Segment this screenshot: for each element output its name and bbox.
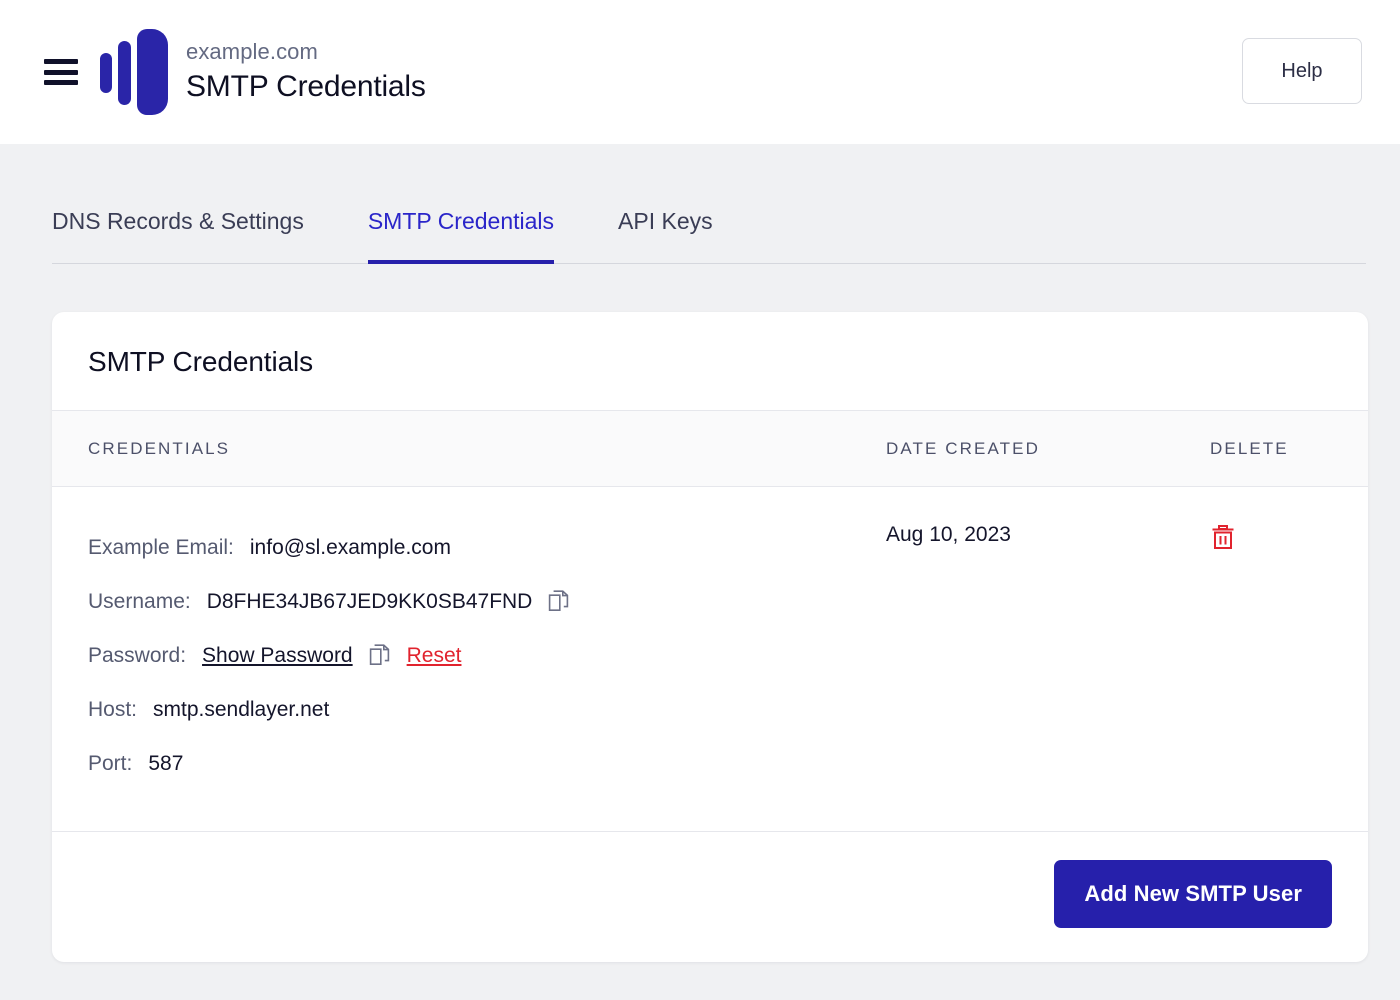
sendlayer-logo-icon[interactable] — [98, 29, 170, 115]
tab-api-keys[interactable]: API Keys — [618, 207, 713, 263]
show-password-link[interactable]: Show Password — [202, 644, 353, 668]
port-label: Port: — [88, 752, 132, 776]
column-header-credentials: CREDENTIALS — [88, 439, 886, 459]
password-label: Password: — [88, 644, 186, 668]
table-header-row: CREDENTIALS DATE CREATED DELETE — [52, 411, 1368, 487]
logo-bar-large — [137, 29, 168, 115]
host-value: smtp.sendlayer.net — [153, 698, 329, 722]
password-line: Password: Show Password Reset — [88, 629, 886, 683]
date-created-cell: Aug 10, 2023 — [886, 521, 1210, 791]
card-header: SMTP Credentials — [52, 312, 1368, 411]
tab-list: DNS Records & Settings SMTP Credentials … — [52, 144, 1366, 264]
top-bar: example.com SMTP Credentials Help — [0, 0, 1400, 144]
smtp-credentials-card: SMTP Credentials CREDENTIALS DATE CREATE… — [52, 312, 1368, 962]
hamburger-bar — [44, 80, 78, 85]
hamburger-icon[interactable] — [44, 59, 78, 85]
port-value: 587 — [148, 752, 183, 776]
card-footer: Add New SMTP User — [52, 832, 1368, 962]
add-new-smtp-user-button[interactable]: Add New SMTP User — [1054, 860, 1332, 928]
username-line: Username: D8FHE34JB67JED9KK0SB47FND — [88, 575, 886, 629]
logo-bar-small — [100, 53, 112, 93]
username-value: D8FHE34JB67JED9KK0SB47FND — [207, 590, 533, 614]
column-header-delete: DELETE — [1210, 439, 1289, 459]
tabs-container: DNS Records & Settings SMTP Credentials … — [0, 144, 1400, 264]
port-line: Port: 587 — [88, 737, 886, 791]
site-name: example.com — [186, 37, 426, 67]
column-header-date-created: DATE CREATED — [886, 439, 1210, 459]
example-email-line: Example Email: info@sl.example.com — [88, 521, 886, 575]
hamburger-bar — [44, 70, 78, 75]
delete-cell — [1210, 521, 1236, 791]
title-block: example.com SMTP Credentials — [186, 37, 426, 107]
hamburger-bar — [44, 59, 78, 64]
copy-icon[interactable] — [548, 590, 570, 614]
tab-smtp-credentials[interactable]: SMTP Credentials — [368, 207, 554, 263]
credentials-cell: Example Email: info@sl.example.com Usern… — [88, 521, 886, 791]
example-email-value: info@sl.example.com — [250, 536, 451, 560]
username-label: Username: — [88, 590, 191, 614]
card-title: SMTP Credentials — [88, 346, 1332, 378]
host-line: Host: smtp.sendlayer.net — [88, 683, 886, 737]
help-button[interactable]: Help — [1242, 38, 1362, 104]
trash-icon[interactable] — [1210, 523, 1236, 551]
example-email-label: Example Email: — [88, 536, 234, 560]
card-container: SMTP Credentials CREDENTIALS DATE CREATE… — [0, 264, 1400, 962]
copy-icon[interactable] — [369, 644, 391, 668]
logo-bar-medium — [118, 41, 131, 105]
page-title: SMTP Credentials — [186, 67, 426, 107]
host-label: Host: — [88, 698, 137, 722]
table-row: Example Email: info@sl.example.com Usern… — [52, 487, 1368, 832]
tab-dns-records-settings[interactable]: DNS Records & Settings — [52, 207, 304, 263]
reset-password-link[interactable]: Reset — [407, 644, 462, 668]
